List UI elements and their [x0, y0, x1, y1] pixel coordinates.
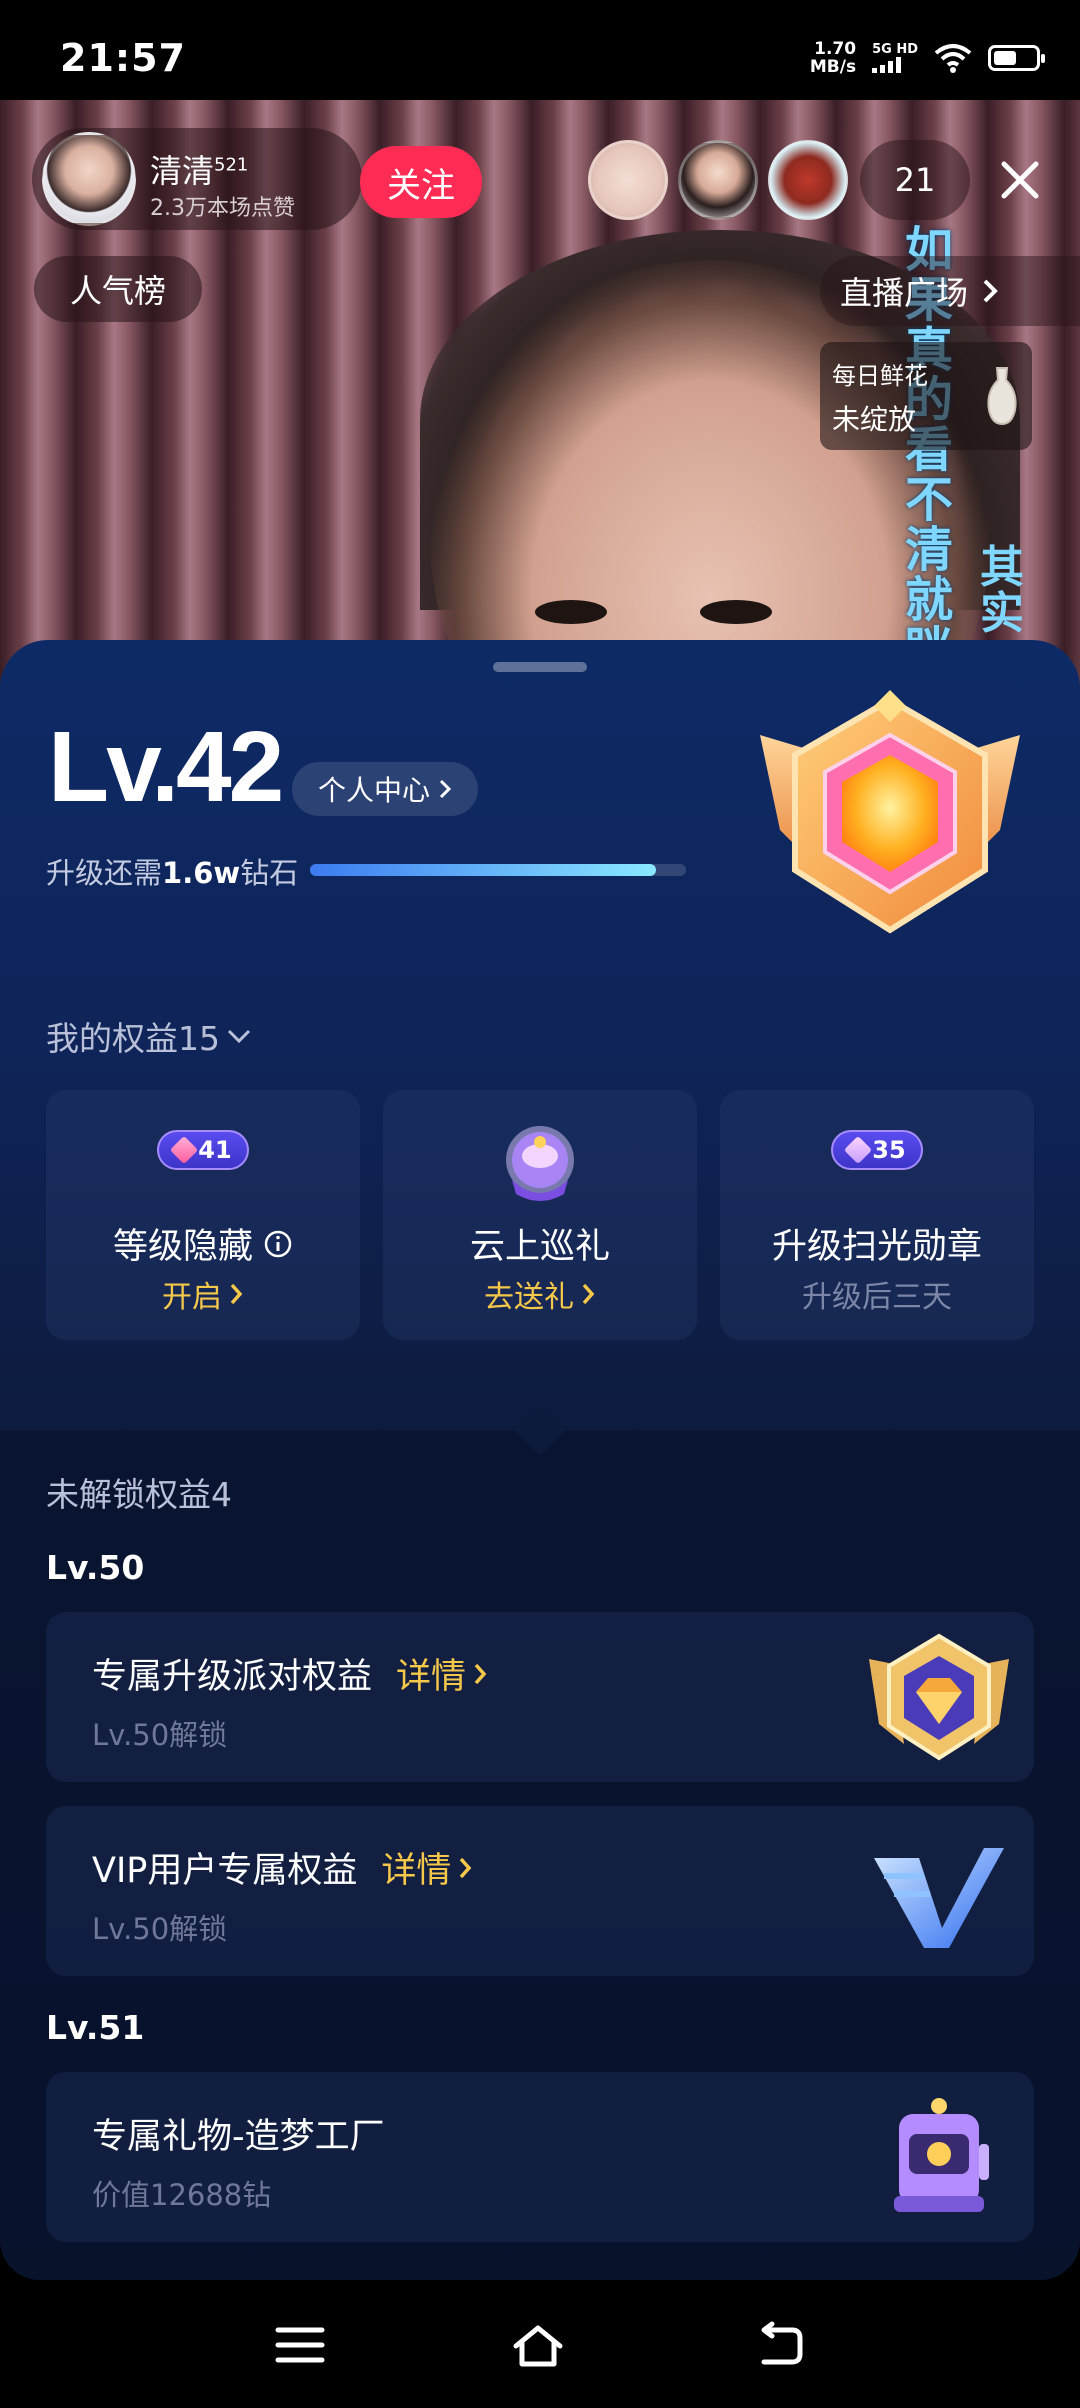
- viewer-avatar[interactable]: [588, 140, 668, 220]
- wifi-icon: [934, 44, 972, 73]
- menu-icon[interactable]: [272, 2320, 328, 2370]
- speed-value: 1.70: [814, 39, 857, 59]
- host-eye-left: [535, 600, 607, 624]
- network-speed: 1.70 MB/s: [810, 40, 856, 76]
- cloud-parade-icon: [506, 1126, 574, 1201]
- benefit-name: 升级扫光勋章: [771, 1227, 982, 1267]
- locked-benefit-party[interactable]: 专属升级派对权益 详情 Lv.50解锁: [46, 1612, 1034, 1782]
- info-icon[interactable]: [263, 1229, 293, 1259]
- host-likes: 2.3万本场点赞: [150, 196, 295, 221]
- network-type: 5G HD: [872, 42, 918, 57]
- status-time: 21:57: [60, 36, 186, 80]
- popularity-rank-button[interactable]: 人气榜: [34, 256, 202, 322]
- locked-benefit-name: VIP用户专属权益 详情: [92, 1842, 473, 1893]
- locked-benefit-vip[interactable]: VIP用户专属权益 详情 Lv.50解锁: [46, 1806, 1034, 1976]
- benefit-name: 等级隐藏: [46, 1218, 360, 1269]
- viewer-count[interactable]: 21: [860, 140, 970, 220]
- level-badge-icon: 35: [831, 1130, 923, 1170]
- host-eye-right: [700, 600, 772, 624]
- chevron-down-icon: [227, 1029, 251, 1044]
- locked-benefit-gift[interactable]: 专属礼物-造梦工厂 价值12688钻: [46, 2072, 1034, 2242]
- close-icon[interactable]: [990, 150, 1050, 210]
- detail-link[interactable]: 详情: [381, 1842, 473, 1893]
- host-avatar[interactable]: [42, 132, 136, 226]
- locked-benefit-name: 专属升级派对权益 详情: [92, 1648, 488, 1699]
- viewer-avatar[interactable]: [678, 140, 758, 220]
- flower-status: 未绽放: [832, 403, 917, 436]
- system-nav-bar: [0, 2282, 1080, 2408]
- overlay-caption-2: 其实: [980, 542, 1024, 639]
- badge-level: 41: [198, 1136, 232, 1164]
- level-badge-icon: 41: [157, 1130, 249, 1170]
- chevron-right-icon: [439, 779, 452, 799]
- chevron-right-icon: [983, 279, 998, 303]
- chevron-right-icon: [474, 1663, 487, 1684]
- unlock-requirement: Lv.50解锁: [92, 1718, 228, 1752]
- benefit-action[interactable]: 去送礼: [383, 1272, 697, 1316]
- chevron-right-icon: [582, 1283, 595, 1305]
- follow-button[interactable]: 关注: [360, 146, 482, 218]
- dream-factory-gift-icon: [894, 2098, 989, 2212]
- benefit-action[interactable]: 开启: [46, 1272, 360, 1316]
- my-benefits-toggle[interactable]: 我的权益15: [46, 1012, 252, 1060]
- level-badge-icon: [760, 690, 1020, 934]
- personal-center-label: 个人中心: [317, 774, 430, 807]
- host-name: 清清521: [150, 152, 249, 190]
- level-sheet: Lv.42 个人中心 升级还需1.6w钻石 我的权益15 41 等级隐藏 开启 …: [0, 640, 1080, 2280]
- benefit-card-cloud-parade[interactable]: 云上巡礼 去送礼: [383, 1090, 697, 1340]
- speed-unit: MB/s: [809, 57, 857, 77]
- viewer-avatar[interactable]: [768, 140, 848, 220]
- signal-icon: 5G HD: [872, 43, 918, 73]
- group-level-label: Lv.50: [46, 1548, 145, 1587]
- detail-link[interactable]: 详情: [396, 1648, 488, 1699]
- back-icon[interactable]: [752, 2320, 808, 2370]
- chevron-right-icon: [230, 1283, 243, 1305]
- benefit-card-upgrade-glow-medal[interactable]: 35 升级扫光勋章 升级后三天: [720, 1090, 1034, 1340]
- status-bar: 21:57 1.70 MB/s 5G HD: [0, 0, 1080, 100]
- benefit-name: 云上巡礼: [469, 1227, 610, 1267]
- status-icons: 1.70 MB/s 5G HD: [810, 40, 1045, 76]
- locked-benefits-title: 未解锁权益4: [46, 1475, 232, 1514]
- badge-level: 35: [872, 1136, 906, 1164]
- benefit-status: 升级后三天: [802, 1280, 952, 1315]
- daily-flower-card[interactable]: 每日鲜花 未绽放: [820, 342, 1032, 450]
- plaza-label: 直播广场: [840, 274, 969, 312]
- live-plaza-button[interactable]: 直播广场: [820, 256, 1080, 326]
- locked-benefit-name: 专属礼物-造梦工厂: [92, 2117, 385, 2157]
- personal-center-button[interactable]: 个人中心: [292, 762, 478, 816]
- vip-icon: [874, 1848, 1004, 1948]
- level-progress-fill: [310, 864, 656, 876]
- benefit-card-level-hide[interactable]: 41 等级隐藏 开启: [46, 1090, 360, 1340]
- diamond-medal-icon: [869, 1633, 1009, 1761]
- my-benefits-label: 我的权益15: [46, 1019, 220, 1058]
- gift-value: 价值12688钻: [92, 2178, 272, 2212]
- group-level-label: Lv.51: [46, 2008, 145, 2047]
- level-progress-bar: [310, 864, 686, 876]
- upgrade-requirement: 升级还需1.6w钻石: [46, 856, 299, 890]
- sheet-handle[interactable]: [493, 662, 587, 672]
- vase-icon: [987, 367, 1017, 426]
- battery-icon: [988, 45, 1045, 71]
- home-icon[interactable]: [510, 2320, 566, 2370]
- level-value: Lv.42: [48, 711, 284, 823]
- flower-title: 每日鲜花: [832, 362, 928, 390]
- chevron-right-icon: [460, 1857, 472, 1878]
- unlock-requirement: Lv.50解锁: [92, 1912, 228, 1946]
